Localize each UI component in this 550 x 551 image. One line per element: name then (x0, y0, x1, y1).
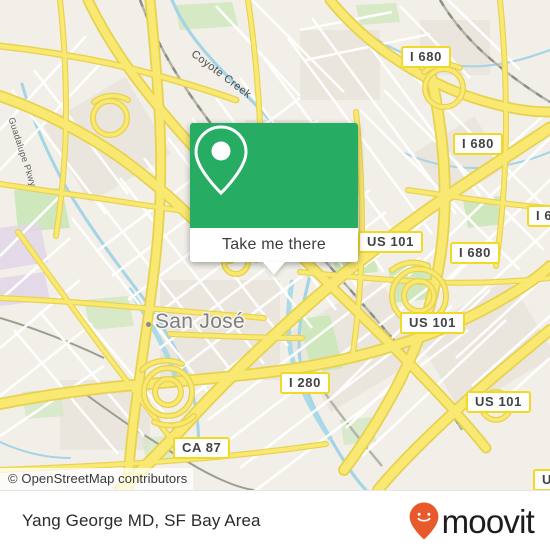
location-popup-card[interactable]: Take me there (190, 123, 358, 275)
place-label-san-jose: San José (155, 310, 245, 333)
moovit-wordmark: moovit (441, 502, 535, 540)
map-page: San José Coyote Creek Guadalupe Pkwy I 6… (0, 0, 550, 551)
highway-shield[interactable]: I 680 (401, 46, 451, 68)
map-pin-icon (194, 125, 248, 196)
highway-shield[interactable]: US (533, 469, 550, 490)
moovit-logo[interactable]: moovit (409, 502, 535, 540)
highway-shield[interactable]: I 280 (280, 372, 330, 394)
highway-shield[interactable]: US 101 (358, 231, 423, 253)
place-dot (146, 322, 151, 327)
highway-shield[interactable]: I 680 (453, 133, 503, 155)
map-canvas[interactable]: San José Coyote Creek Guadalupe Pkwy I 6… (0, 0, 550, 490)
highway-shield[interactable]: CA 87 (173, 437, 231, 459)
map-attribution[interactable]: © OpenStreetMap contributors (0, 468, 194, 490)
popup-card-footer[interactable]: Take me there (190, 228, 358, 262)
highway-shield[interactable]: US 101 (400, 312, 465, 334)
popup-card-tail (263, 262, 285, 275)
highway-shield[interactable]: US 101 (466, 391, 531, 413)
moovit-pin-smile-icon (409, 502, 438, 540)
popup-card-body (190, 123, 358, 228)
highway-shield[interactable]: I 680 (450, 242, 500, 264)
take-me-there-label: Take me there (222, 236, 326, 253)
page-title: Yang George MD, SF Bay Area (22, 511, 261, 530)
footer-bar: Yang George MD, SF Bay Area moovit (0, 490, 550, 551)
highway-shield[interactable]: I 680 (527, 205, 550, 227)
